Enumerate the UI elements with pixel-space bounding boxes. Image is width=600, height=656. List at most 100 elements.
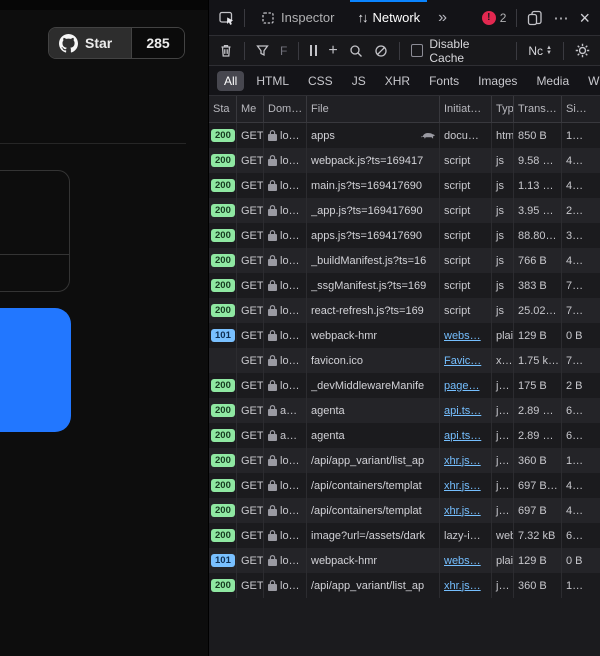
table-row[interactable]: 200 GET lo… image?url=/assets/dark lazy-… (209, 523, 600, 548)
initiator-label[interactable]: script (444, 155, 470, 167)
cell-initiator[interactable]: script (440, 298, 492, 323)
pause-traffic-icon[interactable] (310, 45, 317, 56)
tab-network[interactable]: ↑↓ Network (350, 0, 427, 36)
filter-tab-css[interactable]: CSS (301, 71, 340, 91)
initiator-label[interactable]: docu… (444, 130, 479, 142)
col-domain[interactable]: Dom… (264, 96, 307, 122)
table-row[interactable]: 200 GET lo… /api/containers/templat xhr.… (209, 473, 600, 498)
initiator-label[interactable]: api.ts… (444, 430, 481, 442)
initiator-label[interactable]: script (444, 305, 470, 317)
disable-cache-checkbox[interactable] (411, 44, 424, 57)
table-row[interactable]: 200 GET lo… /api/app_variant/list_ap xhr… (209, 573, 600, 598)
initiator-label[interactable]: lazy-i… (444, 530, 481, 542)
clear-requests-icon[interactable] (219, 43, 233, 58)
cell-method: GET (237, 223, 264, 248)
filter-tab-images[interactable]: Images (471, 71, 524, 91)
col-size[interactable]: Si… (562, 96, 600, 122)
cell-initiator[interactable]: script (440, 273, 492, 298)
cell-initiator[interactable]: Favic… (440, 348, 492, 373)
responsive-design-icon[interactable] (527, 10, 543, 26)
devtools-tabbar: Inspector ↑↓ Network » ! 2 ⋯ × (209, 0, 600, 36)
new-request-icon[interactable]: + (328, 43, 337, 59)
cell-initiator[interactable]: script (440, 173, 492, 198)
initiator-label[interactable]: script (444, 255, 470, 267)
more-tabs-icon[interactable]: » (436, 9, 449, 27)
table-row[interactable]: 200 GET lo… apps.js?ts=169417690 script … (209, 223, 600, 248)
cell-initiator[interactable]: api.ts… (440, 423, 492, 448)
initiator-label[interactable]: xhr.js… (444, 480, 481, 492)
cell-initiator[interactable]: script (440, 148, 492, 173)
filter-tab-js[interactable]: JS (345, 71, 373, 91)
close-icon[interactable]: × (579, 9, 590, 27)
initiator-label[interactable]: page… (444, 380, 479, 392)
filter-urls-input[interactable]: F (280, 44, 287, 58)
tab-inspector[interactable]: Inspector (254, 0, 341, 36)
github-star-widget[interactable]: Star 285 (48, 27, 185, 59)
status-badge: 200 (211, 304, 235, 317)
filter-tab-fonts[interactable]: Fonts (422, 71, 466, 91)
col-status[interactable]: Sta (209, 96, 237, 122)
cell-initiator[interactable]: api.ts… (440, 398, 492, 423)
error-counter[interactable]: ! 2 (482, 11, 507, 25)
table-row[interactable]: 101 GET lo… webpack-hmr webs… plai 129 B… (209, 323, 600, 348)
throttling-dropdown[interactable]: Nc ▲▼ (528, 44, 552, 58)
table-row[interactable]: 200 GET lo… webpack.js?ts=169417 script … (209, 148, 600, 173)
initiator-label[interactable]: xhr.js… (444, 455, 481, 467)
filter-tab-html[interactable]: HTML (249, 71, 296, 91)
initiator-label[interactable]: script (444, 230, 470, 242)
status-badge: 200 (211, 429, 235, 442)
table-row[interactable]: 200 GET lo… /api/app_variant/list_ap xhr… (209, 448, 600, 473)
table-row[interactable]: 200 GET lo… _app.js?ts=169417690 script … (209, 198, 600, 223)
network-settings-gear-icon[interactable] (575, 43, 590, 58)
table-row[interactable]: 200 GET lo… apps docu… htm 850 B 1… (209, 123, 600, 148)
col-type[interactable]: Typ (492, 96, 514, 122)
disable-cache-control[interactable]: Disable Cache (411, 37, 506, 65)
col-method[interactable]: Me (237, 96, 264, 122)
cell-initiator[interactable]: script (440, 223, 492, 248)
filter-tab-all[interactable]: All (217, 71, 244, 91)
cell-initiator[interactable]: page… (440, 373, 492, 398)
col-transferred[interactable]: Trans… (514, 96, 562, 122)
cell-initiator[interactable]: script (440, 198, 492, 223)
table-row[interactable]: 200 GET a… agenta api.ts… j… 2.89 … 6… (209, 398, 600, 423)
initiator-label[interactable]: xhr.js… (444, 505, 481, 517)
cell-initiator[interactable]: xhr.js… (440, 473, 492, 498)
table-row[interactable]: 200 GET lo… react-refresh.js?ts=169 scri… (209, 298, 600, 323)
table-row[interactable]: 200 GET a… agenta api.ts… j… 2.89 … 6… (209, 423, 600, 448)
cell-initiator[interactable]: xhr.js… (440, 573, 492, 598)
filter-tab-xhr[interactable]: XHR (378, 71, 417, 91)
initiator-label[interactable]: api.ts… (444, 405, 481, 417)
table-row[interactable]: GET lo… favicon.ico Favic… x… 1.75 k… 7… (209, 348, 600, 373)
col-file[interactable]: File (307, 96, 440, 122)
cell-initiator[interactable]: xhr.js… (440, 498, 492, 523)
primary-blue-panel[interactable] (0, 308, 71, 432)
initiator-label[interactable]: script (444, 280, 470, 292)
initiator-label[interactable]: webs… (444, 330, 481, 342)
table-row[interactable]: 101 GET lo… webpack-hmr webs… plai 129 B… (209, 548, 600, 573)
cell-initiator[interactable]: script (440, 248, 492, 273)
table-row[interactable]: 200 GET lo… main.js?ts=169417690 script … (209, 173, 600, 198)
cell-initiator[interactable]: docu… (440, 123, 492, 148)
cell-initiator[interactable]: webs… (440, 548, 492, 573)
github-star-button[interactable]: Star (49, 28, 132, 58)
table-row[interactable]: 200 GET lo… _devMiddlewareManife page… j… (209, 373, 600, 398)
star-count[interactable]: 285 (132, 28, 184, 58)
initiator-label[interactable]: script (444, 180, 470, 192)
block-request-icon[interactable] (374, 44, 388, 58)
table-row[interactable]: 200 GET lo… _buildManifest.js?ts=16 scri… (209, 248, 600, 273)
table-row[interactable]: 200 GET lo… _ssgManifest.js?ts=169 scrip… (209, 273, 600, 298)
cell-initiator[interactable]: lazy-i… (440, 523, 492, 548)
initiator-label[interactable]: xhr.js… (444, 580, 481, 592)
col-initiator[interactable]: Initiat… (440, 96, 492, 122)
filter-tab-media[interactable]: Media (529, 71, 576, 91)
meatball-menu-icon[interactable]: ⋯ (553, 9, 569, 27)
table-row[interactable]: 200 GET lo… /api/containers/templat xhr.… (209, 498, 600, 523)
filter-tab-ws[interactable]: WS (581, 71, 600, 91)
cell-initiator[interactable]: xhr.js… (440, 448, 492, 473)
initiator-label[interactable]: webs… (444, 555, 481, 567)
initiator-label[interactable]: Favic… (444, 355, 481, 367)
search-icon[interactable] (349, 44, 363, 58)
cell-initiator[interactable]: webs… (440, 323, 492, 348)
initiator-label[interactable]: script (444, 205, 470, 217)
pick-element-icon[interactable] (219, 10, 235, 26)
